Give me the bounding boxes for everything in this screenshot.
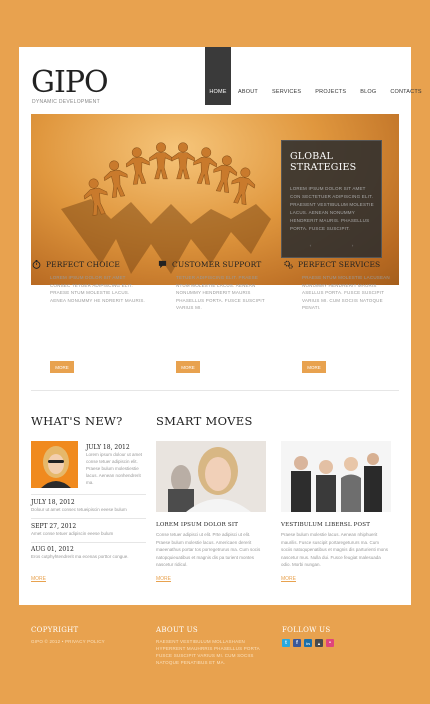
- stopwatch-icon: [32, 259, 41, 269]
- businesswoman-photo-image: [156, 441, 266, 512]
- footer-copyright-title: COPYRIGHT: [31, 626, 79, 634]
- feature-customer-support: CUSTOMER SUPPORT TETUER ADIPISCING ELIT.…: [158, 258, 273, 312]
- feature-text: TETUER ADIPISCING ELIT. PRAESE NTUM MOLE…: [176, 275, 265, 310]
- news-text: Amet conse tetuer adipiscin eeese bulum: [31, 531, 114, 536]
- nav-blog[interactable]: BLOG: [353, 47, 383, 105]
- smart-item-text: Praese bulum molestie lacus. Aenean nhip…: [281, 532, 389, 567]
- smart-item-title: VESTIBULUM LIBERSL POST: [281, 522, 371, 528]
- smart-more-link[interactable]: MORE: [281, 576, 296, 582]
- news-date: JULY 18, 2012: [31, 499, 75, 506]
- feature-perfect-choice: PERFECT CHOICE LOREM IPSUM DOLOR SIT AME…: [32, 258, 147, 304]
- gears-icon: [284, 260, 293, 269]
- prev-arrow-icon[interactable]: ‹: [310, 243, 312, 249]
- news-item: SEPT 27, 2012 Amet conse tetuer adipisci…: [31, 523, 146, 537]
- news-photo: [31, 441, 78, 488]
- facebook-icon[interactable]: f: [293, 639, 301, 647]
- smart-image-woman: [156, 441, 266, 512]
- whats-new-more-link[interactable]: MORE: [31, 576, 46, 582]
- business-team-photo-image: [281, 441, 391, 512]
- nav-about[interactable]: ABOUT: [231, 47, 265, 105]
- nav-projects[interactable]: PROJECTS: [308, 47, 353, 105]
- nav-contacts[interactable]: CONTACTS: [383, 47, 428, 105]
- smart-item-title: LOREM IPSUM DOLOR SIT: [156, 522, 239, 528]
- news-date: JULY 18, 2012: [86, 444, 130, 451]
- more-button[interactable]: MORE: [176, 361, 200, 373]
- main-nav: HOME ABOUT SERVICES PROJECTS BLOG CONTAC…: [205, 47, 429, 105]
- news-item-featured: JULY 18, 2012 Lorem ipsum dolour ut amet…: [86, 444, 146, 486]
- speech-bubble-icon: [158, 260, 167, 268]
- strategies-text: LOREM IPSUM DOLOR SIT AMET CON SECTETUER…: [290, 186, 374, 231]
- more-button[interactable]: MORE: [50, 361, 74, 373]
- news-item: JULY 18, 2012 Dolour ut amet consec tetu…: [31, 499, 146, 513]
- twitter-icon[interactable]: t: [282, 639, 290, 647]
- nav-home[interactable]: HOME: [205, 47, 231, 105]
- smart-more-link[interactable]: MORE: [156, 576, 171, 582]
- news-text: Eros cutphyhtendrerit ma ecenas porttor …: [31, 554, 129, 559]
- whats-new-title: WHAT'S NEW?: [31, 414, 123, 428]
- linkedin-icon[interactable]: in: [304, 639, 312, 647]
- news-divider: [31, 542, 146, 543]
- news-date: AUG 01, 2012: [31, 546, 74, 553]
- feature-text: PRAESE NTUM MOLESTIE LACUSEAN NONUMMY HE…: [302, 275, 390, 310]
- woman-photo-image: [31, 441, 78, 488]
- feature-text: LOREM IPSUM DOLOR SIT AMET CONSEC TETUER…: [50, 275, 145, 303]
- feature-title: PERFECT CHOICE: [46, 259, 120, 269]
- news-divider: [31, 518, 146, 519]
- next-arrow-icon[interactable]: ›: [352, 243, 354, 249]
- tagline: DYNAMIC DEVELOPMENT: [32, 99, 100, 105]
- feature-title: CUSTOMER SUPPORT: [172, 259, 262, 269]
- logo[interactable]: GIPO: [31, 66, 109, 100]
- footer-follow-title: FOLLOW US: [282, 626, 331, 634]
- news-text: Dolour ut amet consec tetueipiscin eeese…: [31, 507, 127, 512]
- strategies-title: GLOBAL STRATEGIES: [290, 151, 356, 173]
- more-button[interactable]: MORE: [302, 361, 326, 373]
- feature-title: PERFECT SERVICES: [298, 259, 381, 269]
- feature-perfect-services: PERFECT SERVICES PRAESE NTUM MOLESTIE LA…: [284, 258, 399, 312]
- news-divider: [31, 494, 146, 495]
- slider-controls: ‹ ›: [282, 243, 381, 249]
- social-icons: t f in ▲ •: [282, 639, 334, 647]
- smart-item-text: Conse tetuer adipisci ut elit. Prte adip…: [156, 532, 261, 567]
- smart-image-team: [281, 441, 391, 512]
- strategies-panel: GLOBAL STRATEGIES LOREM IPSUM DOLOR SIT …: [281, 140, 382, 258]
- footer-about-title: ABOUT US: [156, 626, 198, 634]
- smart-moves-title: SMART MOVES: [156, 414, 253, 428]
- nav-services[interactable]: SERVICES: [265, 47, 308, 105]
- news-text: Lorem ipsum dolour ut amet conse tetuer …: [86, 452, 143, 485]
- footer-about-text: RAESENT VESTIBULUM MOLLASHAEN HYPERRENT …: [156, 639, 260, 665]
- strategies-title-line1: GLOBAL: [290, 151, 334, 162]
- news-item: AUG 01, 2012 Eros cutphyhtendrerit ma ec…: [31, 546, 146, 560]
- footer-copyright-text[interactable]: GIPO © 2012 • PRIVACY POLICY: [31, 638, 141, 645]
- picasa-icon[interactable]: ▲: [315, 639, 323, 647]
- news-date: SEPT 27, 2012: [31, 523, 77, 530]
- section-divider: [31, 390, 399, 391]
- strategies-title-line2: STRATEGIES: [290, 162, 357, 173]
- flickr-icon[interactable]: •: [326, 639, 334, 647]
